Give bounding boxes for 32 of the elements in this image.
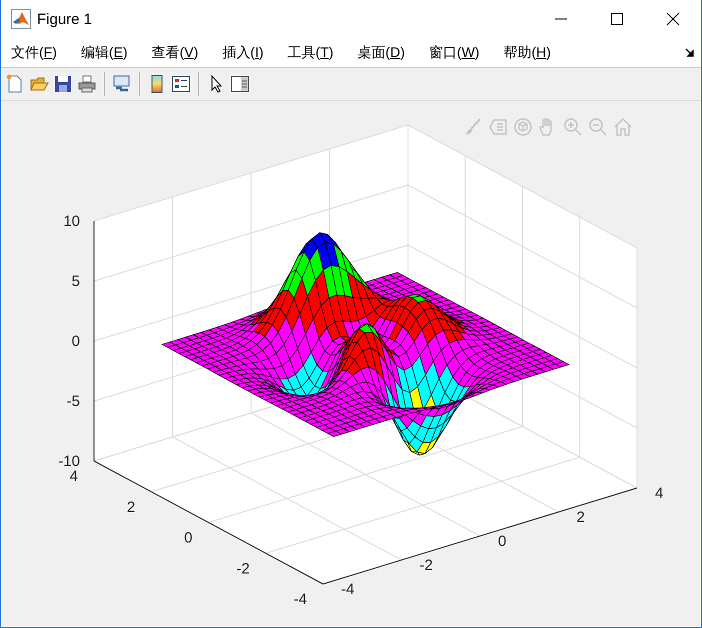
menu-item[interactable]: 窗口(W) — [420, 44, 488, 62]
dock-arrow-icon[interactable] — [685, 48, 695, 58]
x-tick-label: -2 — [420, 557, 433, 574]
z-tick-label: -5 — [66, 393, 80, 410]
menu-item[interactable]: 文件(F) — [3, 44, 65, 62]
y-tick-label: -4 — [294, 591, 307, 608]
z-tick-label: -10 — [58, 453, 80, 470]
legend-icon[interactable] — [171, 74, 191, 94]
close-icon[interactable] — [666, 12, 680, 26]
app-logo-icon — [11, 9, 31, 29]
x-tick-label: 0 — [498, 533, 506, 550]
menu-item[interactable]: 编辑(E) — [72, 44, 136, 62]
z-tick-label: 10 — [63, 213, 80, 230]
maximize-icon[interactable] — [610, 12, 624, 26]
x-tick-label: 2 — [576, 509, 585, 526]
y-tick-label: -2 — [236, 560, 250, 578]
menu-item[interactable]: 桌面(D) — [349, 44, 413, 62]
menu-item[interactable]: 插入(I) — [214, 44, 272, 62]
menu-item[interactable]: 帮助(H) — [495, 44, 559, 62]
menu-item[interactable]: 查看(V) — [144, 44, 206, 62]
y-tick-label: 2 — [126, 498, 136, 516]
property-panel-icon[interactable] — [230, 74, 250, 94]
x-tick-label: -4 — [341, 581, 354, 598]
y-tick-label: 4 — [70, 468, 78, 485]
z-tick-label: 0 — [72, 333, 80, 350]
y-tick-label: 0 — [184, 530, 192, 546]
window-title: Figure 1 — [37, 10, 92, 28]
save-icon[interactable] — [53, 74, 73, 94]
x-tick-label: 4 — [655, 485, 664, 502]
menu-item[interactable]: 工具(T) — [280, 44, 342, 62]
printer-icon[interactable] — [77, 74, 97, 94]
z-tick-label: 5 — [72, 273, 80, 290]
